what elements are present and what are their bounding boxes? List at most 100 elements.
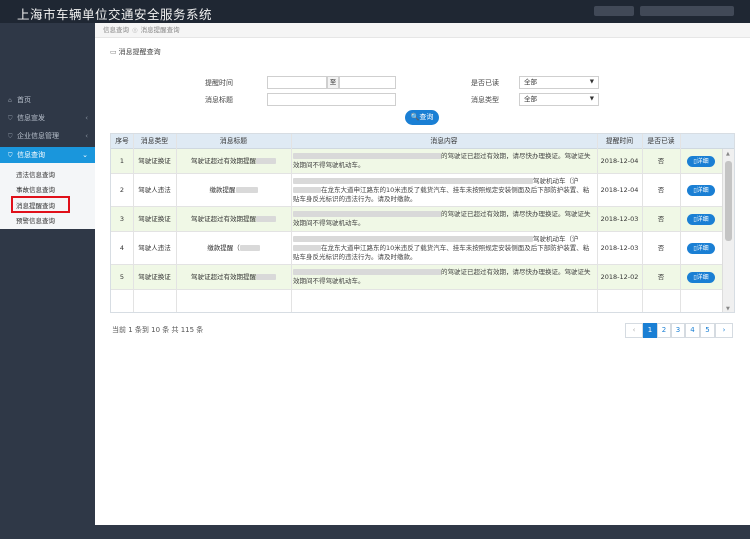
shield-icon: ⛉ bbox=[8, 152, 13, 159]
sidebar-item-company-manage[interactable]: ⛉ 企业信息管理 ‹ bbox=[0, 128, 95, 144]
pagination-next-button[interactable]: › bbox=[715, 323, 733, 338]
table-scrollbar[interactable]: ▲ ▼ bbox=[722, 149, 734, 312]
table-row: 2 驾驶人违法 缴款提醒 驾驶机动车（沪 在龙东大道申江路东的10米违反了载货汽车… bbox=[111, 174, 724, 207]
redacted-text bbox=[293, 245, 321, 251]
pagination-page-3[interactable]: 3 bbox=[671, 323, 685, 338]
user-info-redacted bbox=[594, 6, 634, 16]
remind-time-label: 提醒时间 bbox=[205, 79, 233, 87]
selection-highlight-box bbox=[11, 196, 70, 213]
redacted-text bbox=[293, 269, 441, 275]
column-divider bbox=[597, 134, 598, 312]
detail-button-label: 详细 bbox=[696, 274, 709, 281]
cell-no: 5 bbox=[119, 273, 125, 281]
read-status-select[interactable]: 全部 ▼ bbox=[519, 76, 599, 89]
message-icon: ▭ bbox=[110, 48, 117, 56]
cell-title-text: 缴款提醒 bbox=[209, 186, 236, 194]
redacted-text bbox=[256, 158, 276, 164]
sidebar-item-info-query[interactable]: ⛉ 信息查询 ⌄ bbox=[0, 147, 95, 163]
detail-button-label: 详细 bbox=[696, 245, 709, 252]
redacted-text bbox=[256, 274, 276, 280]
cell-title: 驾驶证超过有效期提醒 bbox=[176, 207, 291, 232]
cell-title-text: 缴款提醒（ bbox=[207, 244, 240, 252]
detail-button[interactable]: ▯详细 bbox=[687, 185, 715, 196]
redacted-text bbox=[293, 178, 533, 184]
page-title: ▭ 消息提醒查询 bbox=[110, 47, 161, 57]
breadcrumb-item[interactable]: 信息查询 bbox=[103, 26, 129, 34]
cell-no: 4 bbox=[119, 244, 125, 252]
scroll-up-icon[interactable]: ▲ bbox=[726, 151, 730, 157]
message-type-label: 消息类型 bbox=[471, 96, 499, 104]
read-status-label: 是否已读 bbox=[471, 79, 499, 87]
sidebar-item-home[interactable]: ⌂ 首页 bbox=[0, 92, 95, 108]
cell-content: 的驾驶证已超过有效期，请尽快办理换证。驾驶证失效期间不得驾驶机动车。 bbox=[293, 149, 595, 170]
top-bar: 上海市车辆单位交通安全服务系统 bbox=[0, 0, 750, 23]
table-row: 1 驾驶证换证 驾驶证超过有效期提醒 的驾驶证已超过有效期，请尽快办理换证。驾驶… bbox=[111, 149, 724, 174]
message-title-label: 消息标题 bbox=[205, 96, 233, 104]
cell-content-text: 在龙东大道申江路东的10米违反了载货汽车、挂车未按照规定安装侧面及后下部防护装置… bbox=[293, 244, 590, 261]
detail-button[interactable]: ▯详细 bbox=[687, 156, 715, 167]
table-row: 3 驾驶证换证 驾驶证超过有效期提醒 的驾驶证已超过有效期，请尽快办理换证。驾驶… bbox=[111, 207, 724, 232]
caret-down-icon: ▼ bbox=[589, 79, 594, 85]
column-divider bbox=[133, 134, 134, 312]
footer-bar bbox=[95, 525, 750, 539]
table-row: 4 驾驶人违法 缴款提醒（ 驾驶机动车（沪 在龙东大道申江路东的10米违反了载货汽… bbox=[111, 232, 724, 265]
message-type-select[interactable]: 全部 ▼ bbox=[519, 93, 599, 106]
pagination-prev-button[interactable]: ‹ bbox=[625, 323, 643, 338]
col-header-title: 消息标题 bbox=[219, 137, 248, 145]
breadcrumb-item[interactable]: 消息提醒查询 bbox=[141, 26, 180, 34]
sidebar-item-label: 企业信息管理 bbox=[17, 132, 59, 140]
cell-title: 驾驶证超过有效期提醒 bbox=[176, 265, 291, 290]
sidebar-subitem-warning[interactable]: 预警信息查询 bbox=[0, 214, 95, 229]
cell-title-text: 驾驶证超过有效期提醒 bbox=[191, 157, 256, 165]
cell-title-text: 驾驶证超过有效期提醒 bbox=[191, 215, 256, 223]
sidebar-item-label: 信息宣发 bbox=[17, 114, 45, 122]
column-divider bbox=[680, 134, 681, 312]
read-status-value: 全部 bbox=[524, 78, 537, 86]
page-title-text: 消息提醒查询 bbox=[118, 48, 161, 56]
detail-button[interactable]: ▯详细 bbox=[687, 243, 715, 254]
cell-title-text: 驾驶证超过有效期提醒 bbox=[191, 273, 256, 281]
cell-type: 驾驶证换证 bbox=[138, 157, 171, 165]
col-header-type: 消息类型 bbox=[140, 137, 169, 145]
cell-read: 否 bbox=[657, 186, 665, 194]
remind-time-end-input[interactable] bbox=[339, 76, 396, 89]
sidebar-item-label: 首页 bbox=[17, 96, 31, 104]
pagination-page-2[interactable]: 2 bbox=[657, 323, 671, 338]
cell-read: 否 bbox=[657, 273, 665, 281]
sidebar-item-info-publish[interactable]: ⛉ 信息宣发 ‹ bbox=[0, 110, 95, 126]
cell-no: 3 bbox=[119, 215, 125, 223]
shield-icon: ⛉ bbox=[8, 133, 13, 140]
pagination-page-5[interactable]: 5 bbox=[700, 323, 715, 338]
cell-read: 否 bbox=[657, 244, 665, 252]
column-divider bbox=[176, 134, 177, 312]
chevron-down-icon: ⌄ bbox=[82, 151, 88, 159]
sidebar-subitem-violation[interactable]: 违法信息查询 bbox=[0, 168, 95, 183]
detail-button-label: 详细 bbox=[696, 158, 709, 165]
breadcrumb-separator-icon: ◎ bbox=[132, 26, 138, 34]
cell-time: 2018-12-03 bbox=[600, 244, 639, 252]
pagination-page-1[interactable]: 1 bbox=[643, 323, 657, 338]
app-title: 上海市车辆单位交通安全服务系统 bbox=[17, 7, 213, 22]
column-divider bbox=[291, 134, 292, 312]
cell-read: 否 bbox=[657, 157, 665, 165]
cell-content: 的驾驶证已超过有效期，请尽快办理换证。驾驶证失效期间不得驾驶机动车。 bbox=[293, 265, 595, 286]
cell-type: 驾驶证换证 bbox=[138, 273, 171, 281]
pagination-info: 当前 1 条到 10 条 共 115 条 bbox=[112, 326, 204, 334]
cell-content: 驾驶机动车（沪 在龙东大道申江路东的10米违反了载货汽车、挂车未按照规定安装侧面及… bbox=[293, 232, 595, 262]
redacted-text bbox=[293, 187, 321, 193]
scroll-thumb[interactable] bbox=[725, 161, 732, 241]
table-row: 5 驾驶证换证 驾驶证超过有效期提醒 的驾驶证已超过有效期，请尽快办理换证。驾驶… bbox=[111, 265, 724, 290]
detail-button-label: 详细 bbox=[696, 216, 709, 223]
detail-button[interactable]: ▯详细 bbox=[687, 272, 715, 283]
cell-type: 驾驶人违法 bbox=[138, 186, 171, 194]
detail-button[interactable]: ▯详细 bbox=[687, 214, 715, 225]
pagination-page-4[interactable]: 4 bbox=[685, 323, 700, 338]
cell-time: 2018-12-04 bbox=[600, 157, 639, 165]
remind-time-start-input[interactable] bbox=[267, 76, 327, 89]
message-title-input[interactable] bbox=[267, 93, 396, 106]
cell-time: 2018-12-03 bbox=[600, 215, 639, 223]
scroll-down-icon[interactable]: ▼ bbox=[726, 306, 730, 312]
query-button[interactable]: 🔍查询 bbox=[405, 110, 439, 125]
redacted-text bbox=[293, 153, 441, 159]
detail-button-label: 详细 bbox=[696, 187, 709, 194]
